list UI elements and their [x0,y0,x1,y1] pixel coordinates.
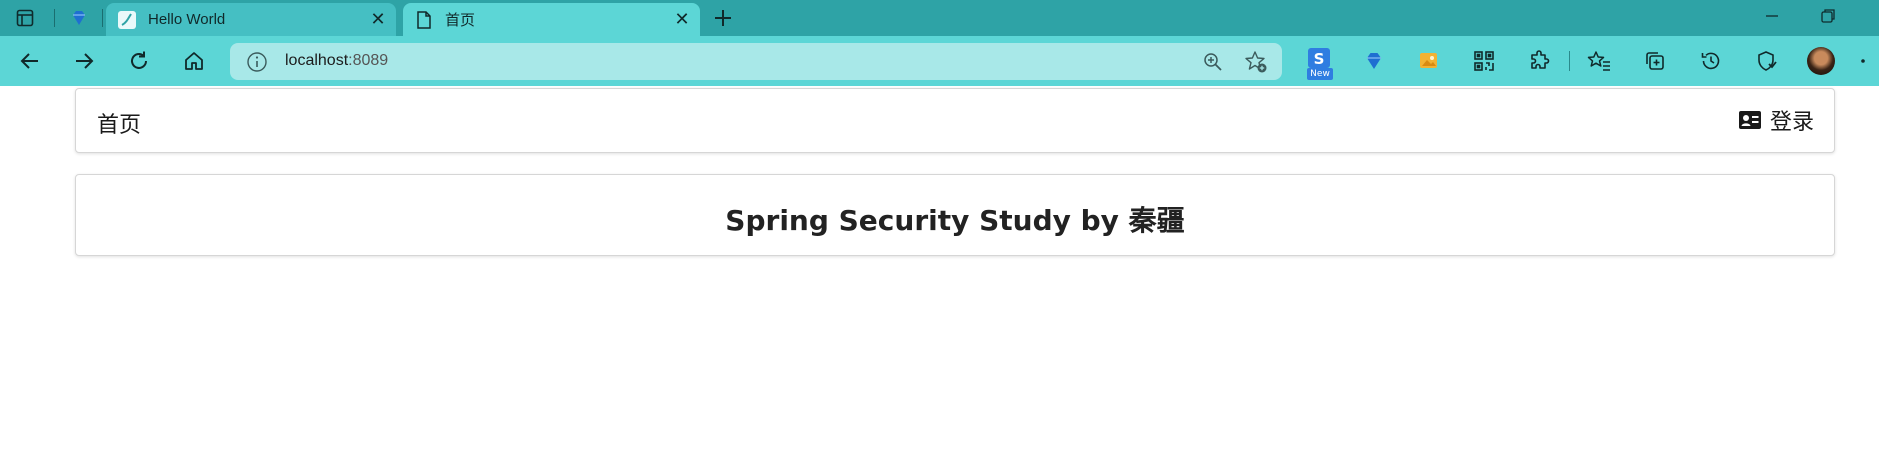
forward-icon[interactable] [68,45,100,77]
browser-toolbar: localhost:8089 S New [0,36,1879,86]
extensions-puzzle-icon[interactable] [1525,46,1555,76]
url-host: localhost [285,52,349,69]
favorites-icon[interactable] [1584,46,1614,76]
new-tab-icon[interactable] [708,4,738,32]
minimize-icon[interactable] [1752,4,1792,28]
tab-close-icon[interactable]: ✕ [366,8,390,32]
address-url[interactable]: localhost:8089 [285,52,388,70]
site-info-icon[interactable] [246,51,268,73]
browser-essentials-icon[interactable] [1751,46,1781,76]
address-bar[interactable]: localhost:8089 [230,43,1282,80]
profile-avatar[interactable] [1807,47,1835,75]
tab-hello-world[interactable]: Hello World ✕ [106,3,396,36]
tab-separator [54,9,55,27]
tab-strip: Hello World ✕ 首页 ✕ [0,0,1879,36]
history-icon[interactable] [1696,46,1726,76]
add-favorite-icon[interactable] [1244,50,1268,74]
back-icon[interactable] [14,45,46,77]
top-menu: 首页 登录 [75,88,1835,153]
id-card-icon [1738,111,1761,129]
refresh-icon[interactable] [123,45,155,77]
qr-code-icon[interactable] [1469,46,1499,76]
login-label: 登录 [1769,110,1814,135]
home-menu-link[interactable]: 首页 [97,107,141,139]
more-icon[interactable] [1860,46,1879,76]
tab-title: Hello World [148,11,226,28]
url-port: :8089 [348,52,389,69]
tab-home[interactable]: 首页 ✕ [403,3,700,36]
title-segment: Spring Security Study by 秦疆 [75,174,1835,256]
zoom-icon[interactable] [1202,51,1224,73]
diamond-extension-icon[interactable] [1359,46,1389,76]
page-heading: Spring Security Study by 秦疆 [725,204,1185,237]
diamond-tab-icon[interactable] [64,4,94,32]
login-link[interactable]: 登录 [1738,104,1814,136]
home-icon[interactable] [178,45,210,77]
tab-title: 首页 [445,12,476,29]
restore-icon[interactable] [1808,4,1848,28]
toolbar-separator [1569,51,1570,71]
new-badge: New [1307,68,1333,80]
tab-close-icon[interactable]: ✕ [670,8,694,32]
page-favicon-icon [118,10,136,29]
s-extension-icon[interactable]: S New [1303,46,1333,80]
document-icon [415,10,433,29]
collections-icon[interactable] [1640,46,1670,76]
tab-separator [102,9,103,27]
image-extension-icon[interactable] [1414,46,1444,76]
tab-actions-icon[interactable] [10,4,40,32]
svg-text:S: S [1314,50,1325,68]
